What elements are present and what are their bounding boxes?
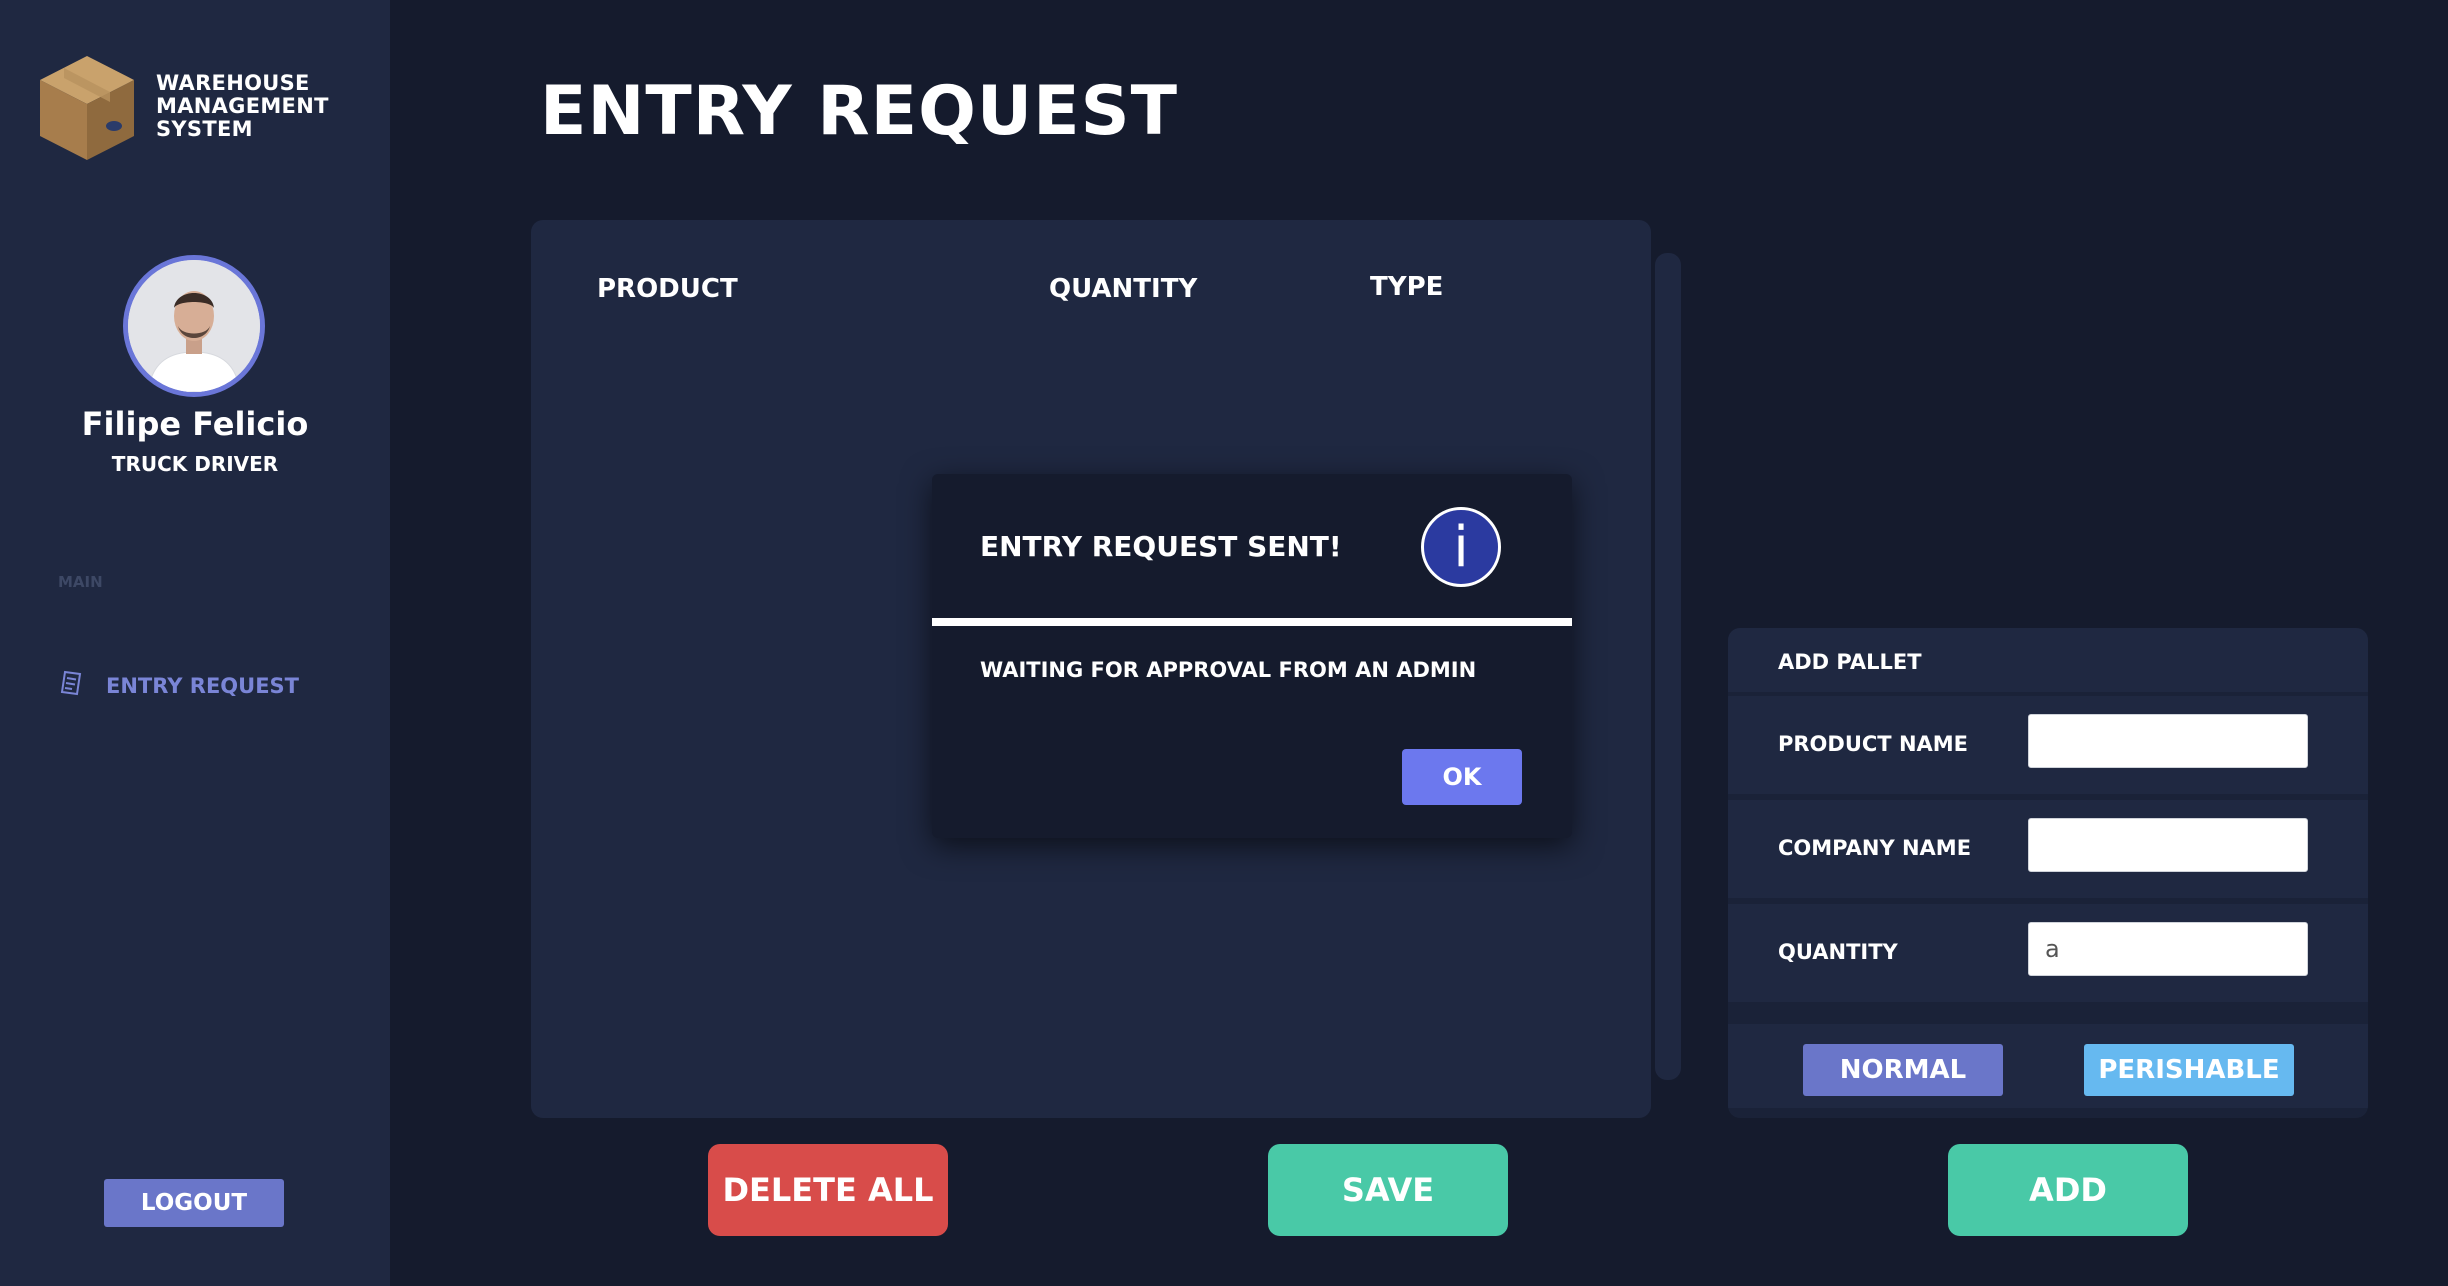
entry-sent-dialog: ENTRY REQUEST SENT! i WAITING FOR APPROV… xyxy=(932,474,1572,838)
box-logo-icon xyxy=(36,52,138,164)
company-name-input[interactable] xyxy=(2028,818,2308,872)
page-title: ENTRY REQUEST xyxy=(540,72,1178,151)
dialog-title: ENTRY REQUEST SENT! xyxy=(980,530,1342,563)
add-pallet-header: ADD PALLET xyxy=(1728,628,2368,692)
ok-button[interactable]: OK xyxy=(1402,749,1522,805)
product-name-row: PRODUCT NAME xyxy=(1728,696,2368,794)
user-name: Filipe Felicio xyxy=(81,405,309,443)
user-role: TRUCK DRIVER xyxy=(111,452,279,476)
nav-section-label: MAIN xyxy=(58,573,103,591)
app-title-line: SYSTEM xyxy=(156,117,253,141)
delete-all-button[interactable]: DELETE ALL xyxy=(708,1144,948,1236)
product-name-input[interactable] xyxy=(2028,714,2308,768)
dialog-divider xyxy=(932,618,1572,626)
add-pallet-title: ADD PALLET xyxy=(1778,650,1922,674)
company-name-label: COMPANY NAME xyxy=(1778,836,1972,860)
quantity-label: QUANTITY xyxy=(1778,940,1898,964)
sidebar-item-label: ENTRY REQUEST xyxy=(106,673,299,698)
product-name-label: PRODUCT NAME xyxy=(1778,732,1969,756)
quantity-row: QUANTITY xyxy=(1728,904,2368,1002)
app-title: WAREHOUSE MANAGEMENT SYSTEM xyxy=(156,72,356,141)
column-header-type: TYPE xyxy=(1370,272,1444,302)
app-title-line: MANAGEMENT xyxy=(156,94,329,118)
company-name-row: COMPANY NAME xyxy=(1728,800,2368,898)
column-header-product: PRODUCT xyxy=(597,274,738,304)
add-button[interactable]: ADD xyxy=(1948,1144,2188,1236)
app-title-line: WAREHOUSE xyxy=(156,71,310,95)
document-list-icon xyxy=(56,668,86,703)
dialog-message: WAITING FOR APPROVAL FROM AN ADMIN xyxy=(980,658,1477,682)
avatar xyxy=(123,255,265,397)
save-button[interactable]: SAVE xyxy=(1268,1144,1508,1236)
logout-button[interactable]: LOGOUT xyxy=(104,1179,284,1227)
sidebar: WAREHOUSE MANAGEMENT SYSTEM Filipe Felic… xyxy=(0,0,390,1286)
sidebar-item-entry-request[interactable]: ENTRY REQUEST xyxy=(56,668,299,703)
pallet-type-row: NORMAL PERISHABLE xyxy=(1728,1024,2368,1108)
add-pallet-panel: ADD PALLET PRODUCT NAME COMPANY NAME QUA… xyxy=(1728,628,2368,1118)
info-icon: i xyxy=(1421,507,1501,587)
table-scrollbar[interactable] xyxy=(1655,253,1681,1080)
perishable-type-button[interactable]: PERISHABLE xyxy=(2084,1044,2294,1096)
normal-type-button[interactable]: NORMAL xyxy=(1803,1044,2003,1096)
column-header-quantity: QUANTITY xyxy=(1049,274,1198,304)
quantity-input[interactable] xyxy=(2028,922,2308,976)
